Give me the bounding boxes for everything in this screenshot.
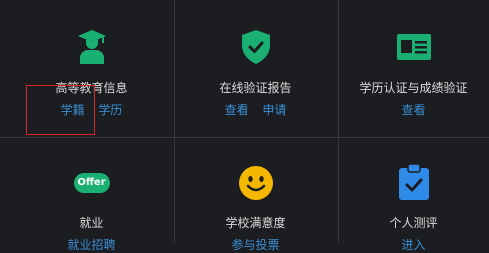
clipboard-check-icon: [398, 164, 429, 200]
shield-check-icon: [241, 30, 270, 64]
id-card-icon: [396, 34, 431, 60]
job-recruitment-link[interactable]: 就业招聘: [67, 238, 115, 252]
view-certification-link[interactable]: 查看: [401, 103, 425, 117]
cell-links: 查看: [338, 101, 489, 118]
cell-title: 个人测评: [389, 216, 438, 230]
graduate-icon: [77, 30, 106, 64]
enter-assessment-link[interactable]: 进入: [401, 238, 425, 252]
cell-school-satisfaction: 学校满意度 参与投票: [174, 138, 337, 252]
cell-online-verification: 在线验证报告 查看 申请: [174, 0, 337, 137]
cell-title: 学校满意度: [225, 216, 286, 230]
view-report-link[interactable]: 查看: [225, 103, 249, 117]
cell-title: 在线验证报告: [219, 81, 292, 95]
cell-links: 查看 申请: [174, 101, 337, 118]
cell-title: 就业: [79, 216, 104, 230]
cell-title: 学历认证与成绩验证: [359, 81, 468, 95]
cell-employment: Offer 就业 就业招聘: [10, 138, 173, 252]
cell-personal-assessment: 个人测评 进入: [338, 138, 489, 252]
highlight-box: [26, 85, 95, 135]
cell-links: 进入: [338, 236, 489, 253]
offer-icon: Offer: [73, 173, 110, 193]
service-grid: 高等教育信息 学籍 学历 在线验证报告 查看 申请 学历认证与成绩验证 查看 O…: [0, 0, 489, 252]
cell-links: 就业招聘: [10, 236, 173, 253]
cell-degree-certification: 学历认证与成绩验证 查看: [338, 0, 489, 137]
cell-links: 参与投票: [174, 236, 337, 253]
apply-report-link[interactable]: 申请: [262, 103, 286, 117]
vote-link[interactable]: 参与投票: [231, 238, 279, 252]
smiley-icon: [238, 166, 273, 200]
academic-record-link[interactable]: 学历: [98, 103, 122, 117]
